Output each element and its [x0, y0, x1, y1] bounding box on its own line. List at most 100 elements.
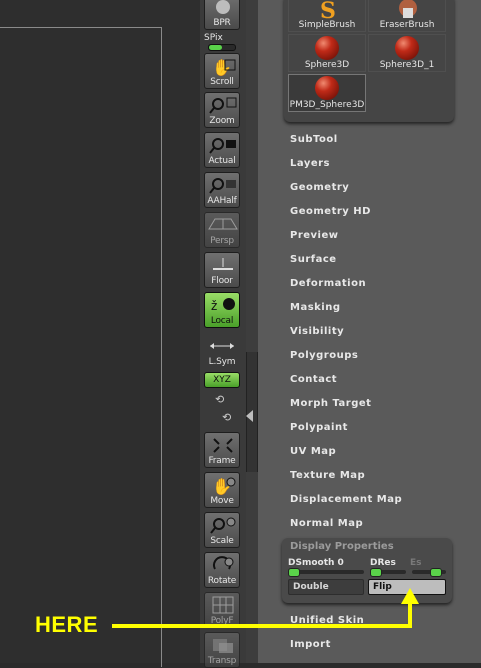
menu-visibility[interactable]: Visibility	[290, 326, 344, 337]
menu-surface[interactable]: Surface	[290, 254, 337, 265]
spix-track	[208, 44, 236, 51]
persp-button[interactable]: Persp	[204, 212, 240, 248]
rotate-label: Rotate	[207, 576, 237, 586]
rotate-button[interactable]: Rotate	[204, 552, 240, 588]
spix-fill	[209, 45, 222, 50]
tool-eraserbrush[interactable]: EraserBrush	[368, 0, 446, 32]
menu-normal-map[interactable]: Normal Map	[290, 518, 363, 529]
svg-text:✋: ✋	[212, 58, 232, 76]
local-button[interactable]: ž Local	[204, 292, 240, 328]
spix-slider[interactable]: SPix	[204, 33, 240, 53]
xyz-rotation-toggle[interactable]: XYZ	[204, 372, 240, 388]
frame-button[interactable]: Frame	[204, 432, 240, 468]
bpr-button[interactable]: BPR	[204, 0, 240, 30]
dres-slider[interactable]: DRes	[370, 558, 406, 578]
document-canvas[interactable]	[0, 0, 200, 667]
magnifier-icon	[205, 515, 239, 535]
menu-texture-map[interactable]: Texture Map	[290, 470, 365, 481]
collapse-arrow-icon[interactable]	[246, 410, 253, 422]
svg-text:S: S	[320, 0, 336, 22]
symmetry-arrows-icon	[204, 334, 240, 354]
menu-polypaint[interactable]: Polypaint	[290, 422, 348, 433]
sphere-icon	[315, 36, 341, 62]
frame-label: Frame	[208, 456, 236, 466]
tool-simplebrush[interactable]: S SimpleBrush	[288, 0, 366, 32]
lsym-button[interactable]: L.Sym	[204, 332, 240, 368]
menu-import[interactable]: Import	[290, 639, 331, 650]
tool-pm3d-sphere3d[interactable]: PM3D_Sphere3D	[288, 74, 366, 112]
magnifier-icon	[205, 95, 239, 115]
tool-label: PM3D_Sphere3D	[289, 100, 365, 110]
zoom-button[interactable]: Zoom	[204, 92, 240, 128]
right-shelf: BPR SPix ✋ Scroll Zoom Actual AAHalf Per…	[200, 0, 246, 668]
scale-button[interactable]: Scale	[204, 512, 240, 548]
display-properties-title[interactable]: Display Properties	[290, 541, 394, 552]
hand-icon: ✋	[205, 56, 239, 77]
menu-displacement-map[interactable]: Displacement Map	[290, 494, 402, 505]
magnifier-icon	[205, 175, 239, 195]
tray-divider[interactable]	[246, 0, 258, 663]
scale-label: Scale	[210, 536, 234, 546]
menu-masking[interactable]: Masking	[290, 302, 341, 313]
bpr-label: BPR	[213, 18, 231, 28]
persp-label: Persp	[210, 236, 234, 246]
lsym-label: L.Sym	[208, 357, 236, 367]
local-symmetry-icon: ž	[205, 295, 239, 315]
menu-morph-target[interactable]: Morph Target	[290, 398, 371, 409]
aahalf-label: AAHalf	[207, 196, 237, 206]
tool-label: Sphere3D_1	[379, 60, 435, 70]
rotate-y-icon[interactable]: ⟲	[215, 394, 227, 406]
actual-button[interactable]: Actual	[204, 132, 240, 168]
es-slider[interactable]: Es	[410, 558, 446, 578]
dsmooth-label: DSmooth	[288, 558, 335, 568]
polyf-button[interactable]: PolyF	[204, 592, 240, 628]
aahalf-button[interactable]: AAHalf	[204, 172, 240, 208]
floor-label: Floor	[211, 276, 233, 286]
menu-unified-skin[interactable]: Unified Skin	[290, 615, 364, 626]
flip-button[interactable]: Flip	[368, 579, 446, 595]
dres-knob[interactable]	[370, 568, 382, 577]
es-knob[interactable]	[430, 568, 442, 577]
menu-uv-map[interactable]: UV Map	[290, 446, 336, 457]
dsmooth-slider[interactable]: DSmooth 0	[288, 558, 364, 578]
menu-deformation[interactable]: Deformation	[290, 278, 366, 289]
tool-thumbnail-grid: S SimpleBrush EraserBrush Sphere3D Spher…	[284, 0, 454, 122]
double-button[interactable]: Double	[288, 579, 364, 595]
menu-preview[interactable]: Preview	[290, 230, 339, 241]
polyf-label: PolyF	[210, 616, 234, 626]
simplebrush-icon: S	[315, 0, 341, 24]
hand-icon: ✋	[205, 475, 239, 496]
dsmooth-knob[interactable]	[288, 568, 300, 577]
spix-label: SPix	[204, 33, 223, 43]
eraserbrush-icon	[395, 0, 421, 22]
floor-button[interactable]: Floor	[204, 252, 240, 288]
rotate-z-icon[interactable]: ⟲	[222, 412, 234, 424]
tool-palette: S SimpleBrush EraserBrush Sphere3D Spher…	[258, 0, 481, 663]
menu-layers[interactable]: Layers	[290, 158, 330, 169]
menu-geometry-hd[interactable]: Geometry HD	[290, 206, 371, 217]
es-label: Es	[410, 558, 422, 568]
tool-sphere3d[interactable]: Sphere3D	[288, 34, 366, 72]
transparency-icon	[205, 635, 239, 655]
menu-geometry[interactable]: Geometry	[290, 182, 349, 193]
scroll-label: Scroll	[210, 77, 234, 87]
frame-icon	[205, 435, 239, 455]
zoom-label: Zoom	[209, 116, 235, 126]
dres-label: DRes	[370, 558, 396, 568]
magnifier-icon	[205, 135, 239, 155]
tool-label: SimpleBrush	[298, 20, 356, 30]
floor-grid-icon	[205, 255, 239, 275]
tool-sphere3d-1[interactable]: Sphere3D_1	[368, 34, 446, 72]
dsmooth-value: 0	[337, 558, 344, 568]
move-label: Move	[210, 496, 234, 506]
menu-polygroups[interactable]: Polygroups	[290, 350, 358, 361]
tool-label: Sphere3D	[304, 60, 350, 70]
menu-subtool[interactable]: SubTool	[290, 134, 338, 145]
actual-label: Actual	[208, 156, 236, 166]
menu-contact[interactable]: Contact	[290, 374, 337, 385]
scroll-button[interactable]: ✋ Scroll	[204, 53, 240, 89]
display-properties-panel: Display Properties DSmooth 0 DRes Es Dou…	[282, 538, 452, 603]
tool-label: EraserBrush	[379, 20, 435, 30]
move-button[interactable]: ✋ Move	[204, 472, 240, 508]
canvas-frame	[0, 27, 162, 667]
